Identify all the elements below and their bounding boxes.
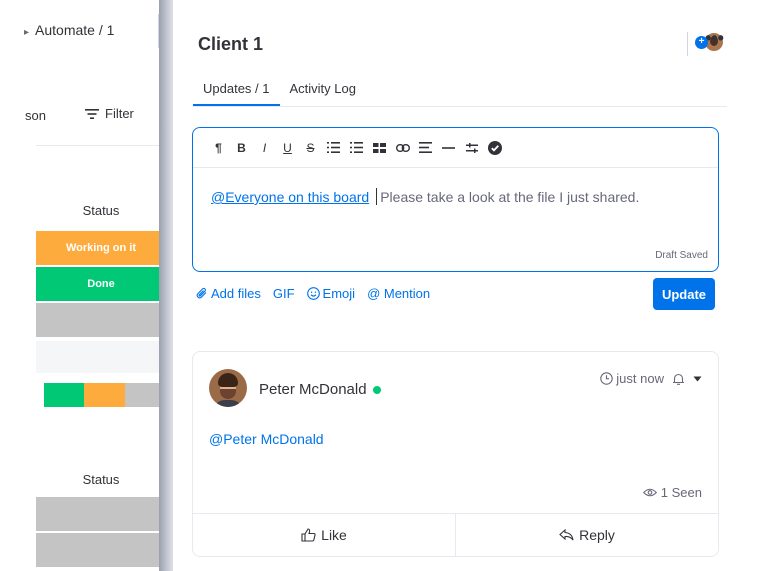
summary-done-segment [44,383,84,407]
smiley-icon [306,287,320,300]
panel-resize-handle[interactable] [159,0,173,571]
thumbs-up-icon [301,528,316,542]
online-status-icon [372,385,381,394]
post-body[interactable]: @Peter McDonald [209,431,324,447]
editor-text: Please take a look at the file I just sh… [380,189,640,205]
italic-icon[interactable]: I [253,141,276,155]
bold-icon[interactable]: B [230,141,253,155]
board-background: ▸ Automate / 1 son Filter Status Working … [0,0,166,571]
add-files-button[interactable]: Add files [196,286,261,301]
add-subscriber-icon: + [695,35,708,49]
editor-content[interactable]: @Everyone on this board Please take a loo… [211,188,639,205]
avatar-shirt [213,400,243,407]
filter-icon [85,108,99,119]
check-circle-icon[interactable] [483,140,506,155]
reply-button[interactable]: Reply [455,514,718,556]
person-filter-button[interactable]: son [25,108,46,123]
header-divider [687,32,688,56]
post-meta: just now [600,371,702,386]
paperclip-icon [196,287,207,299]
automate-label: Automate / 1 [35,22,115,38]
status-cell-empty-3[interactable] [36,533,166,567]
clock-icon [600,372,614,385]
status-column-header-2: Status [82,472,120,487]
paragraph-icon[interactable]: ¶ [207,141,230,155]
update-button[interactable]: Update [653,278,715,310]
seen-label: 1 Seen [660,485,702,500]
status-summary-bar [44,383,166,407]
add-files-label: Add files [211,286,261,301]
eye-icon [642,488,657,497]
bulleted-list-icon[interactable] [322,142,345,153]
post-time: just now [600,371,664,386]
status-cell-empty[interactable] [36,303,166,337]
mention-tag[interactable]: @Everyone on this board [211,189,369,205]
horizontal-rule-icon[interactable] [437,146,460,150]
post-footer: Like Reply [193,513,718,556]
mention-button[interactable]: @ Mention [367,286,430,301]
board-divider [36,145,166,146]
link-icon[interactable] [391,143,414,152]
summary-working-segment [84,383,125,407]
align-icon[interactable] [414,142,437,153]
emoji-label: Emoji [322,286,356,301]
like-button[interactable]: Like [193,514,455,556]
avatar-hair [218,373,238,387]
emoji-button[interactable]: Emoji [306,286,356,301]
automate-button[interactable]: ▸ Automate / 1 [24,22,114,38]
item-title[interactable]: Client 1 [198,34,263,55]
time-label: just now [616,371,664,386]
status-cell-done[interactable]: Done [36,267,166,301]
text-cursor [376,188,378,205]
tab-updates[interactable]: Updates / 1 [193,77,280,106]
more-options-icon[interactable]: ••• [705,28,724,49]
status-cell-working[interactable]: Working on it [36,231,166,265]
editor-toolbar: ¶ B I U S [193,128,718,168]
strikethrough-icon[interactable]: S [299,141,322,155]
editor-actions: Add files GIF Emoji @ Mention [196,286,430,301]
caret-down-icon[interactable] [693,376,702,382]
filter-button[interactable]: Filter [85,106,134,121]
draft-status: Draft Saved [655,250,708,261]
underline-icon[interactable]: U [276,141,299,155]
reply-label: Reply [579,527,615,543]
add-item-row[interactable] [36,341,166,373]
filter-label: Filter [105,106,134,121]
author-name[interactable]: Peter McDonald [259,381,367,398]
reply-icon [559,529,574,541]
post-author: Peter McDonald [259,381,381,398]
direction-icon[interactable] [460,142,483,153]
update-post: Peter McDonald just now @Peter McDonald … [192,351,719,557]
chevron-right-icon: ▸ [24,27,30,38]
item-updates-panel: Client 1 + ••• Updates / 1 Activity Log … [173,0,783,571]
avatar-beard [220,389,236,399]
like-label: Like [321,527,347,543]
tab-activity-log[interactable]: Activity Log [280,77,366,106]
checklist-icon[interactable] [368,142,391,153]
numbered-list-icon[interactable] [345,142,368,153]
panel-tabs: Updates / 1 Activity Log [193,77,366,106]
bell-icon[interactable] [672,372,685,386]
gif-button[interactable]: GIF [273,286,295,301]
tabs-underline [193,106,727,107]
seen-counter[interactable]: 1 Seen [642,485,702,500]
status-cell-empty-2[interactable] [36,497,166,531]
update-editor[interactable]: ¶ B I U S @Everyone on this board Please… [192,127,719,272]
status-column-header: Status [82,203,120,218]
author-avatar[interactable] [209,369,247,407]
